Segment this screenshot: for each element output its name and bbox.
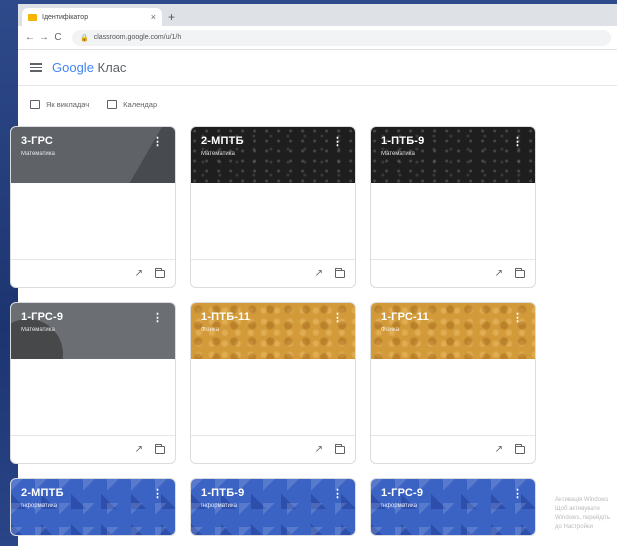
tab-title: Ідентифікатор [42, 13, 89, 21]
app-header: Google Клас [18, 50, 617, 86]
class-card-title[interactable]: 1-ГРС-9 [381, 487, 525, 499]
class-card-title[interactable]: 1-ГРС-11 [381, 311, 525, 323]
class-card-body [191, 183, 355, 259]
class-card-footer: ↗ [191, 435, 355, 463]
class-card-header[interactable]: 3-ГРС Математика ⋮ [11, 127, 175, 183]
class-card-title[interactable]: 3-ГРС [21, 135, 165, 147]
class-card-footer: ↗ [371, 259, 535, 287]
windows-activation-watermark: Активація Windows Щоб активувати Windows… [555, 497, 610, 530]
new-tab-button[interactable]: + [168, 10, 175, 24]
class-card-header[interactable]: 1-ПТБ-9 Інформатика ⋮ [191, 479, 355, 535]
forward-button[interactable]: → [38, 32, 50, 43]
class-card-title[interactable]: 2-МПТБ [201, 135, 345, 147]
class-card-subtitle: Фізика [201, 327, 220, 333]
class-card-header[interactable]: 1-ПТБ-11 Фізика ⋮ [191, 303, 355, 359]
class-card[interactable]: 2-МПТБ Математика ⋮ ↗ [190, 126, 356, 288]
folder-icon[interactable] [335, 267, 345, 278]
folder-icon[interactable] [155, 267, 165, 278]
class-card-footer: ↗ [11, 259, 175, 287]
class-card-header[interactable]: 1-ГРС-11 Фізика ⋮ [371, 303, 535, 359]
back-button[interactable]: ← [24, 32, 36, 43]
class-card-body [191, 359, 355, 435]
class-card[interactable]: 1-ПТБ-9 Інформатика ⋮ [190, 478, 356, 536]
class-card[interactable]: 1-ПТБ-9 Математика ⋮ ↗ [370, 126, 536, 288]
more-options-icon[interactable]: ⋮ [512, 311, 523, 324]
calendar-icon [107, 99, 118, 109]
more-options-icon[interactable]: ⋮ [152, 135, 163, 148]
class-card-header[interactable]: 1-ГРС-9 Інформатика ⋮ [371, 479, 535, 535]
class-card-subtitle: Фізика [381, 327, 400, 333]
app-title-product: Клас [93, 60, 127, 75]
more-options-icon[interactable]: ⋮ [152, 311, 163, 324]
class-card-title[interactable]: 1-ГРС-9 [21, 311, 165, 323]
class-card-body [11, 183, 175, 259]
trending-up-icon[interactable]: ↗ [135, 444, 143, 455]
class-card-header[interactable]: 1-ГРС-9 Математика ⋮ [11, 303, 175, 359]
tab-close-icon[interactable]: × [151, 12, 156, 22]
class-card-header[interactable]: 1-ПТБ-9 Математика ⋮ [371, 127, 535, 183]
nav-teaching[interactable]: Як викладач [30, 99, 90, 109]
class-card-footer: ↗ [191, 259, 355, 287]
class-card-body [371, 183, 535, 259]
class-card-title[interactable]: 1-ПТБ-11 [201, 311, 345, 323]
class-card-subtitle: Інформатика [381, 503, 418, 509]
trending-up-icon[interactable]: ↗ [315, 444, 323, 455]
class-card-title[interactable]: 2-МПТБ [21, 487, 165, 499]
address-bar[interactable]: 🔒 classroom.google.com/u/1/h [72, 29, 611, 46]
class-card-footer: ↗ [371, 435, 535, 463]
app-title[interactable]: Google Клас [52, 60, 126, 75]
app-title-brand: Google [52, 60, 94, 75]
trending-up-icon[interactable]: ↗ [135, 268, 143, 279]
class-card-header[interactable]: 2-МПТБ Інформатика ⋮ [11, 479, 175, 535]
more-options-icon[interactable]: ⋮ [512, 135, 523, 148]
folder-icon[interactable] [515, 267, 525, 278]
more-options-icon[interactable]: ⋮ [152, 487, 163, 500]
class-card[interactable]: 1-ПТБ-11 Фізика ⋮ ↗ [190, 302, 356, 464]
more-options-icon[interactable]: ⋮ [332, 135, 343, 148]
class-card-grid: 3-ГРС Математика ⋮ ↗ 2-МПТБ Математика ⋮ ↗ 1-ПТБ… [10, 126, 536, 536]
class-card[interactable]: 1-ГРС-9 Математика ⋮ ↗ [10, 302, 176, 464]
reload-button[interactable]: C [52, 32, 64, 43]
folder-icon[interactable] [515, 443, 525, 454]
class-card-subtitle: Математика [381, 151, 415, 157]
class-card-subtitle: Математика [21, 327, 55, 333]
tab-strip: Ідентифікатор × + [18, 4, 617, 26]
classroom-favicon-icon [28, 13, 37, 21]
nav-calendar[interactable]: Календар [107, 99, 158, 109]
nav-calendar-label: Календар [123, 99, 158, 109]
class-card-subtitle: Математика [21, 151, 55, 157]
lock-icon: 🔒 [80, 34, 89, 42]
secondary-nav: Як викладач Календар [18, 86, 617, 122]
class-card[interactable]: 2-МПТБ Інформатика ⋮ [10, 478, 176, 536]
class-card-footer: ↗ [11, 435, 175, 463]
url-text: classroom.google.com/u/1/h [93, 34, 182, 41]
more-options-icon[interactable]: ⋮ [332, 311, 343, 324]
class-card-header[interactable]: 2-МПТБ Математика ⋮ [191, 127, 355, 183]
class-card-subtitle: Математика [201, 151, 235, 157]
trending-up-icon[interactable]: ↗ [495, 268, 503, 279]
class-card-title[interactable]: 1-ПТБ-9 [201, 487, 345, 499]
class-card[interactable]: 1-ГРС-11 Фізика ⋮ ↗ [370, 302, 536, 464]
class-card-title[interactable]: 1-ПТБ-9 [381, 135, 525, 147]
trending-up-icon[interactable]: ↗ [315, 268, 323, 279]
class-card-subtitle: Інформатика [201, 503, 238, 509]
teaching-icon [30, 99, 40, 109]
class-card[interactable]: 1-ГРС-9 Інформатика ⋮ [370, 478, 536, 536]
folder-icon[interactable] [155, 443, 165, 454]
class-card[interactable]: 3-ГРС Математика ⋮ ↗ [10, 126, 176, 288]
class-card-body [371, 359, 535, 435]
trending-up-icon[interactable]: ↗ [495, 444, 503, 455]
more-options-icon[interactable]: ⋮ [332, 487, 343, 500]
nav-teaching-label: Як викладач [46, 99, 90, 109]
class-card-subtitle: Інформатика [21, 503, 58, 509]
more-options-icon[interactable]: ⋮ [512, 487, 523, 500]
browser-tab[interactable]: Ідентифікатор × [22, 8, 162, 26]
class-card-body [11, 359, 175, 435]
browser-toolbar: ← → C 🔒 classroom.google.com/u/1/h [18, 26, 617, 50]
folder-icon[interactable] [335, 443, 345, 454]
hamburger-menu-icon[interactable] [30, 63, 42, 72]
